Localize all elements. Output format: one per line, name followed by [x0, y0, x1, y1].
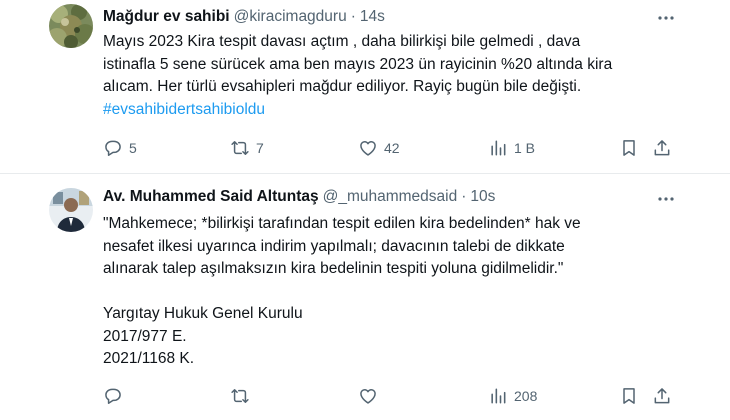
tweet-text-line: istinafla 5 sene sürücek ama ben mayıs 2…: [103, 55, 613, 73]
share-button[interactable]: [652, 384, 672, 408]
bookmark-icon: [619, 386, 639, 406]
like-icon: [358, 138, 378, 158]
citation-line: Yargıtay Hukuk Genel Kurulu: [103, 305, 303, 322]
separator-dot: ·: [350, 8, 356, 25]
avatar[interactable]: [49, 4, 93, 48]
retweet-button[interactable]: [230, 384, 256, 408]
views-count: 208: [514, 388, 538, 404]
share-icon: [652, 138, 672, 158]
views-icon: [488, 386, 508, 406]
tweet-actions: 5 7 42 1 B: [100, 136, 680, 160]
tweet[interactable]: Mağdur ev sahibi @kiracimagduru · 14s Ma…: [0, 0, 730, 173]
reply-button[interactable]: 5: [103, 136, 137, 160]
reply-icon: [103, 386, 123, 406]
tweet-text-line: nesafet ilkesi uyarınca indirim yapılmal…: [103, 237, 565, 255]
like-icon: [358, 386, 378, 406]
tweet-header: Av. Muhammed Said Altuntaş @_muhammedsai…: [103, 186, 495, 208]
tweet-text-line: "Mahkemece; *bilirkişi tarafından tespit…: [103, 215, 581, 232]
bookmark-button[interactable]: [619, 384, 639, 408]
retweet-button[interactable]: 7: [230, 136, 264, 160]
reply-button[interactable]: [103, 384, 129, 408]
avatar[interactable]: [49, 188, 93, 232]
tweet-header: Mağdur ev sahibi @kiracimagduru · 14s: [103, 6, 385, 28]
retweet-count: 7: [256, 140, 264, 156]
like-count: 42: [384, 140, 400, 156]
like-button[interactable]: 42: [358, 136, 400, 160]
tweet-actions: 208: [100, 384, 680, 408]
like-button[interactable]: [358, 384, 384, 408]
tweet-text-line: Mayıs 2023 Kira tespit davası açtım , da…: [103, 33, 581, 50]
tweet-text: Mayıs 2023 Kira tespit davası açtım , da…: [103, 31, 693, 121]
citation-line: 2021/1168 K.: [103, 350, 195, 367]
views-icon: [488, 138, 508, 158]
views-button[interactable]: 1 B: [488, 136, 535, 160]
more-icon[interactable]: [655, 7, 677, 29]
views-button[interactable]: 208: [488, 384, 537, 408]
tweet-text-line: alıcam. Her türlü evsahipleri mağdur edi…: [103, 78, 582, 95]
reply-icon: [103, 138, 123, 158]
citation-line: 2017/977 E.: [103, 327, 187, 345]
hashtag-link[interactable]: #evsahibidertsahibioldu: [103, 99, 693, 122]
views-count: 1 B: [514, 140, 536, 156]
separator-dot: ·: [461, 188, 467, 205]
tweet-text-line: alınarak talep aşılmaksızın kira bedelin…: [103, 260, 564, 277]
timestamp[interactable]: 14s: [360, 8, 385, 26]
bookmark-icon: [619, 138, 639, 158]
timestamp[interactable]: 10s: [470, 188, 495, 206]
reply-count: 5: [129, 140, 137, 156]
more-icon[interactable]: [655, 188, 677, 210]
share-icon: [652, 386, 672, 406]
display-name[interactable]: Av. Muhammed Said Altuntaş: [103, 188, 319, 206]
bookmark-button[interactable]: [619, 136, 639, 160]
tweet-text: "Mahkemece; *bilirkişi tarafından tespit…: [103, 213, 693, 371]
retweet-icon: [230, 386, 250, 406]
retweet-icon: [230, 138, 250, 158]
display-name[interactable]: Mağdur ev sahibi: [103, 8, 230, 26]
user-handle[interactable]: @_muhammedsaid: [323, 188, 458, 206]
user-handle[interactable]: @kiracimagduru: [234, 8, 347, 26]
tweet[interactable]: Av. Muhammed Said Altuntaş @_muhammedsai…: [0, 174, 730, 420]
share-button[interactable]: [652, 136, 672, 160]
